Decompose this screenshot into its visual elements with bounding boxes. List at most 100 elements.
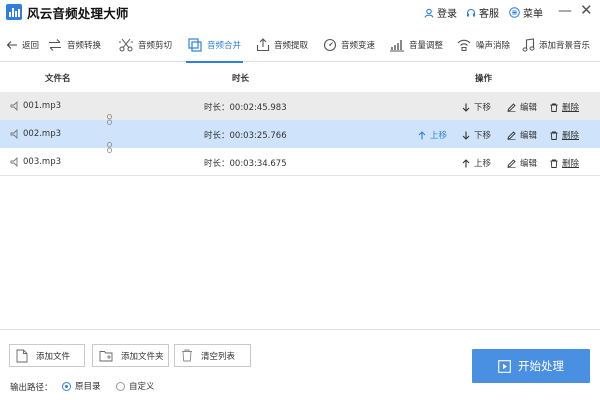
- pencil-icon: [507, 102, 516, 112]
- trash-icon: [550, 159, 558, 168]
- function-toolbar: 返回 音频转换 音频剪切 音频合并 音频提取 音频变速 音量调整 噪声消除 添加…: [0, 28, 600, 63]
- add-folder-button[interactable]: 添加文件夹: [92, 344, 169, 367]
- arrow-up-icon: [418, 130, 426, 139]
- tab-add-bg-music[interactable]: 添加背景音乐: [522, 28, 590, 62]
- tab-audio-extract[interactable]: 音频提取: [256, 28, 308, 62]
- trash-icon: [550, 131, 558, 140]
- delete-button[interactable]: 删除: [550, 129, 579, 141]
- output-custom-radio[interactable]: 自定义: [116, 380, 155, 392]
- add-file-icon: [16, 349, 28, 362]
- output-original-radio[interactable]: 原目录: [62, 380, 101, 392]
- audio-file-icon: [10, 101, 18, 111]
- noise-icon: [457, 39, 471, 51]
- arrow-down-icon: [462, 131, 470, 140]
- output-path-label: 输出路径：: [10, 383, 53, 393]
- volume-bars-icon: [390, 40, 404, 52]
- tab-audio-speed[interactable]: 音频变速: [323, 28, 375, 62]
- start-processing-button[interactable]: 开始处理: [472, 349, 590, 383]
- pencil-icon: [507, 130, 516, 140]
- duration-cell: 时长：00:02:45.983: [204, 103, 287, 113]
- scissors-icon: [119, 38, 133, 52]
- back-button[interactable]: 返回: [6, 28, 39, 62]
- table-row[interactable]: 001.mp3 时长：00:02:45.983 下移 编辑 删除: [0, 92, 600, 120]
- edit-label: 编辑: [520, 159, 538, 169]
- tab-audio-cut[interactable]: 音频剪切: [118, 28, 172, 62]
- edit-label: 编辑: [520, 103, 538, 113]
- move-up-label: 上移: [474, 159, 492, 169]
- tab-label: 音量调整: [409, 41, 444, 51]
- speed-icon: [323, 38, 337, 52]
- move-up-label: 上移: [430, 131, 448, 141]
- add-file-label: 添加文件: [36, 351, 71, 362]
- music-note-icon: [522, 38, 535, 52]
- edit-button[interactable]: 编辑: [507, 157, 537, 169]
- move-down-label: 下移: [474, 131, 492, 141]
- pencil-icon: [507, 158, 516, 168]
- menu-button[interactable]: 菜单: [509, 5, 543, 20]
- edit-button[interactable]: 编辑: [507, 129, 537, 141]
- clear-list-label: 清空列表: [201, 351, 236, 362]
- service-label: 客服: [479, 9, 499, 20]
- login-label: 登录: [437, 9, 457, 20]
- trash-icon: [182, 349, 192, 362]
- delete-label: 删除: [562, 159, 580, 169]
- back-label: 返回: [22, 41, 40, 51]
- merge-icon: [188, 38, 202, 52]
- col-ops-header: 操作: [475, 74, 493, 84]
- play-icon: [498, 359, 511, 373]
- move-down-button[interactable]: 下移: [462, 129, 491, 141]
- delete-label: 删除: [562, 131, 580, 141]
- duration-cell: 时长：00:03:25.766: [204, 131, 287, 141]
- close-button[interactable]: ✕: [580, 1, 593, 19]
- delete-button[interactable]: 删除: [550, 157, 579, 169]
- trash-icon: [550, 103, 558, 112]
- move-up-button[interactable]: 上移: [462, 157, 491, 169]
- service-button[interactable]: 客服: [466, 5, 499, 20]
- add-folder-label: 添加文件夹: [121, 351, 164, 362]
- menu-label: 菜单: [523, 9, 543, 20]
- file-name: 001.mp3: [23, 101, 62, 111]
- tab-label: 音频合并: [207, 41, 242, 51]
- audio-file-icon: [10, 129, 18, 139]
- clear-list-button[interactable]: 清空列表: [174, 344, 251, 367]
- audio-file-icon: [10, 157, 18, 167]
- tab-label: 音频提取: [274, 41, 309, 51]
- arrow-up-icon: [462, 158, 470, 167]
- radio-checked-icon: [62, 381, 71, 391]
- headset-icon: [466, 8, 476, 16]
- delete-label: 删除: [562, 103, 580, 113]
- file-name: 002.mp3: [23, 129, 62, 139]
- add-file-button[interactable]: 添加文件: [9, 344, 85, 367]
- file-name: 003.mp3: [23, 157, 62, 167]
- table-row[interactable]: 002.mp3 时长：00:03:25.766 上移 下移 编辑 删除: [0, 120, 600, 148]
- tab-audio-convert[interactable]: 音频转换: [47, 28, 101, 62]
- merge-link-icon: [107, 114, 112, 125]
- col-file-header: 文件名: [45, 74, 71, 84]
- tab-noise-remove[interactable]: 噪声消除: [456, 28, 510, 62]
- radio-unchecked-icon: [116, 381, 125, 391]
- file-cell: 002.mp3: [10, 129, 61, 139]
- tab-volume-adjust[interactable]: 音量调整: [389, 28, 443, 62]
- output-custom-label: 自定义: [129, 382, 155, 392]
- convert-icon: [49, 39, 61, 51]
- table-row[interactable]: 003.mp3 时长：00:03:34.675 上移 编辑 删除: [0, 148, 600, 176]
- minimize-button[interactable]: —: [558, 3, 572, 19]
- tab-audio-merge[interactable]: 音频合并: [185, 28, 244, 63]
- app-logo-icon: [6, 4, 22, 20]
- login-button[interactable]: 登录: [424, 5, 457, 20]
- edit-label: 编辑: [520, 131, 538, 141]
- tab-label: 音频变速: [341, 41, 376, 51]
- col-duration-header: 时长: [232, 74, 250, 84]
- move-down-label: 下移: [474, 103, 492, 113]
- table-header: 文件名 时长 操作: [0, 63, 600, 91]
- move-down-button[interactable]: 下移: [462, 101, 491, 113]
- app-title: 风云音频处理大师: [27, 6, 129, 21]
- start-processing-label: 开始处理: [518, 359, 564, 373]
- delete-button[interactable]: 删除: [550, 101, 579, 113]
- move-up-button[interactable]: 上移: [418, 129, 447, 141]
- tab-label: 音频剪切: [138, 41, 173, 51]
- extract-icon: [256, 38, 270, 52]
- tab-label: 音频转换: [67, 41, 102, 51]
- back-arrow-icon: [6, 41, 17, 49]
- edit-button[interactable]: 编辑: [507, 101, 537, 113]
